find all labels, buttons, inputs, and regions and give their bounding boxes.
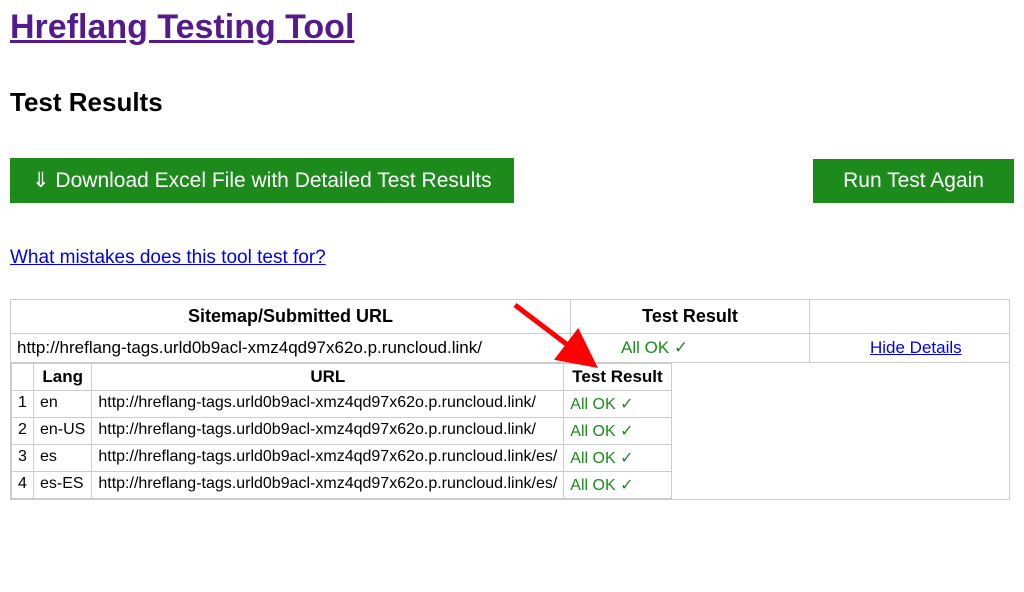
summary-url: http://hreflang-tags.urld0b9acl-xmz4qd97… <box>11 334 571 363</box>
detail-row-idx: 4 <box>12 472 34 499</box>
button-row: ⇓ Download Excel File with Detailed Test… <box>10 158 1014 203</box>
detail-row-result: All OK ✓ <box>564 445 671 472</box>
detail-row: 2 en-US http://hreflang-tags.urld0b9acl-… <box>12 418 672 445</box>
section-heading: Test Results <box>10 87 1014 118</box>
download-button[interactable]: ⇓ Download Excel File with Detailed Test… <box>10 158 514 203</box>
summary-table: Sitemap/Submitted URL Test Result http:/… <box>10 299 1010 500</box>
detail-header-lang: Lang <box>34 364 92 391</box>
header-test-result: Test Result <box>571 300 810 334</box>
detail-row: 4 es-ES http://hreflang-tags.urld0b9acl-… <box>12 472 672 499</box>
detail-row-result: All OK ✓ <box>564 418 671 445</box>
summary-result: All OK ✓ <box>571 334 810 363</box>
detail-row-lang: es <box>34 445 92 472</box>
detail-header-result: Test Result <box>564 364 671 391</box>
summary-header-row: Sitemap/Submitted URL Test Result <box>11 300 1010 334</box>
detail-row: 1 en http://hreflang-tags.urld0b9acl-xmz… <box>12 391 672 418</box>
detail-table: Lang URL Test Result 1 en http://hreflan… <box>11 363 672 499</box>
detail-row-url: http://hreflang-tags.urld0b9acl-xmz4qd97… <box>92 472 564 499</box>
detail-header-url: URL <box>92 364 564 391</box>
detail-header-idx <box>12 364 34 391</box>
detail-row-url: http://hreflang-tags.urld0b9acl-xmz4qd97… <box>92 418 564 445</box>
detail-row-idx: 1 <box>12 391 34 418</box>
detail-row-idx: 3 <box>12 445 34 472</box>
detail-header-row: Lang URL Test Result <box>12 364 672 391</box>
summary-row: http://hreflang-tags.urld0b9acl-xmz4qd97… <box>11 334 1010 363</box>
detail-row-idx: 2 <box>12 418 34 445</box>
detail-row-result: All OK ✓ <box>564 472 671 499</box>
detail-row-lang: en <box>34 391 92 418</box>
header-action <box>810 300 1010 334</box>
detail-row-result: All OK ✓ <box>564 391 671 418</box>
hide-details-link[interactable]: Hide Details <box>870 338 962 357</box>
run-again-button[interactable]: Run Test Again <box>813 159 1014 203</box>
page-title-link[interactable]: Hreflang Testing Tool <box>10 8 354 47</box>
detail-row-lang: en-US <box>34 418 92 445</box>
detail-row-lang: es-ES <box>34 472 92 499</box>
detail-row-container: Lang URL Test Result 1 en http://hreflan… <box>11 363 1010 500</box>
faq-link[interactable]: What mistakes does this tool test for? <box>10 247 326 269</box>
detail-row-url: http://hreflang-tags.urld0b9acl-xmz4qd97… <box>92 445 564 472</box>
header-submitted-url: Sitemap/Submitted URL <box>11 300 571 334</box>
detail-row-url: http://hreflang-tags.urld0b9acl-xmz4qd97… <box>92 391 564 418</box>
detail-row: 3 es http://hreflang-tags.urld0b9acl-xmz… <box>12 445 672 472</box>
